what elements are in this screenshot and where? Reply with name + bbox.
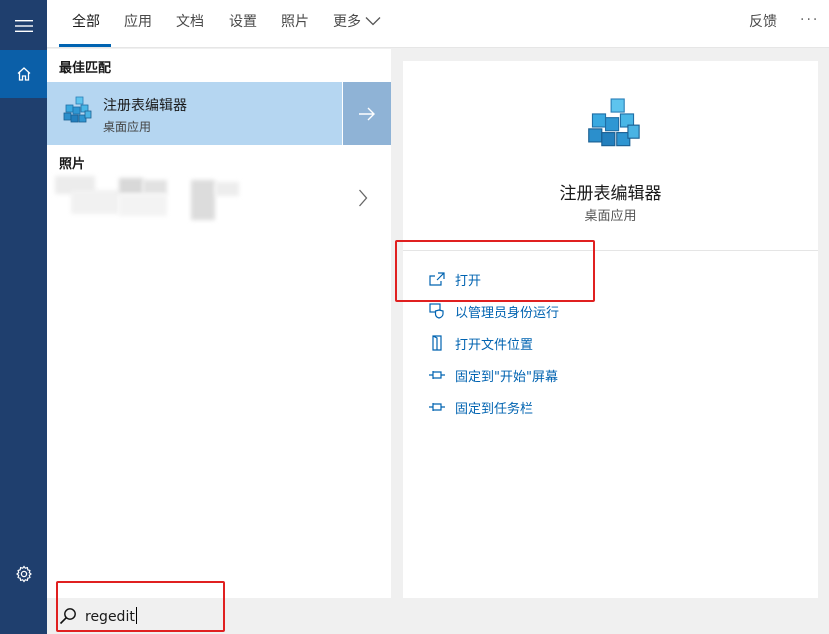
registry-editor-icon (588, 98, 640, 147)
feedback-button[interactable]: 反馈 (749, 0, 777, 48)
chevron-down-icon (365, 16, 381, 25)
action-pin-to-start[interactable]: 固定到"开始"屏幕 (427, 364, 558, 386)
best-match-app-name: 注册表编辑器 (103, 98, 187, 114)
action-pin-to-start-label: 固定到"开始"屏幕 (455, 369, 558, 385)
tab-photos[interactable]: 照片 (281, 0, 309, 48)
blurred-thumbnail (119, 178, 143, 194)
pin-icon (427, 398, 447, 416)
admin-shield-icon (427, 302, 447, 320)
tab-more-label: 更多 (333, 14, 361, 30)
best-match-heading: 最佳匹配 (59, 61, 112, 76)
action-run-as-admin[interactable]: 以管理员身份运行 (427, 300, 559, 322)
detail-app-type: 桌面应用 (584, 209, 637, 224)
open-details-button[interactable] (343, 82, 391, 145)
top-bar: 全部 应用 文档 设置 照片 更多 反馈 ··· (47, 0, 829, 48)
blurred-thumbnail (119, 194, 167, 216)
file-location-icon (427, 334, 447, 352)
home-button[interactable] (0, 50, 47, 98)
blurred-thumbnail (191, 180, 215, 220)
left-rail (0, 0, 47, 634)
action-pin-to-taskbar-label: 固定到任务栏 (455, 401, 534, 417)
tab-apps[interactable]: 应用 (124, 0, 152, 48)
photo-result[interactable] (47, 172, 391, 224)
chevron-right-icon (359, 189, 368, 207)
menu-button[interactable] (0, 2, 47, 50)
gear-icon (15, 565, 32, 583)
details-panel: 注册表编辑器 桌面应用 打开 以管理员身份运行 打开文件位置 固定到"开始"屏幕… (403, 61, 818, 598)
arrow-right-icon (359, 107, 375, 120)
best-match-result[interactable]: 注册表编辑器 桌面应用 (47, 82, 342, 145)
home-icon (17, 67, 30, 81)
active-tab-indicator (59, 44, 111, 47)
tab-settings[interactable]: 设置 (229, 0, 257, 48)
annotation-highlight-search (56, 581, 225, 632)
action-pin-to-taskbar[interactable]: 固定到任务栏 (427, 396, 533, 418)
best-match-app-type: 桌面应用 (103, 120, 152, 134)
results-panel: 最佳匹配 注册表编辑器 桌面应用 照片 (47, 49, 391, 598)
blurred-thumbnail (215, 182, 239, 196)
settings-button[interactable] (0, 550, 47, 598)
action-open-file-location-label: 打开文件位置 (455, 337, 534, 353)
pin-icon (427, 366, 447, 384)
photos-heading: 照片 (59, 157, 86, 172)
action-run-as-admin-label: 以管理员身份运行 (455, 305, 560, 321)
registry-editor-icon (63, 96, 92, 123)
hamburger-icon (14, 20, 33, 32)
annotation-highlight-open (395, 240, 595, 302)
action-open-file-location[interactable]: 打开文件位置 (427, 332, 533, 354)
blurred-thumbnail (71, 190, 119, 214)
blurred-thumbnail (143, 180, 167, 194)
more-options-button[interactable]: ··· (800, 0, 819, 48)
tab-documents[interactable]: 文档 (176, 0, 204, 48)
detail-app-name: 注册表编辑器 (559, 184, 662, 204)
tab-more[interactable]: 更多 (333, 0, 381, 48)
tab-all[interactable]: 全部 (72, 0, 100, 48)
